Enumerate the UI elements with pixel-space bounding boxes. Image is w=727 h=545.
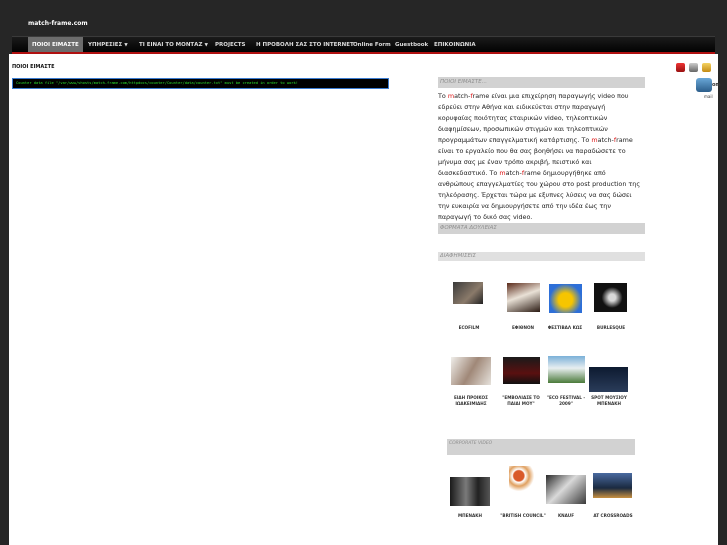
about-text-segment: atch- — [505, 169, 522, 177]
corp-thumbnail-british-council[interactable] — [509, 466, 537, 494]
about-section-title: ΠΟΙΟΙ ΕΙΜΑΣΤΕ... — [438, 77, 645, 88]
about-text: Το match-frame είναι μια επιχείρηση παρα… — [438, 91, 641, 223]
site-title[interactable]: match-frame.com — [28, 20, 88, 27]
about-text-segment: Το — [438, 92, 448, 100]
about-paragraph: Το match-frame είναι μια επιχείρηση παρα… — [438, 91, 641, 223]
menu-item-ypiresies[interactable]: ΥΠΗΡΕΣΙΕΣ ▼ — [88, 37, 128, 53]
menu-item-guestbook[interactable]: Guestbook — [395, 37, 428, 53]
main-menu: ΠΟΙΟΙ ΕΙΜΑΣΤΕ ΥΠΗΡΕΣΙΕΣ ▼ ΤΙ ΕΙΝΑΙ ΤΟ ΜΟΝ… — [12, 36, 715, 53]
mail-icon[interactable] — [696, 78, 712, 92]
ad-caption[interactable]: BURLESQUE — [592, 325, 630, 331]
menu-item-projects[interactable]: PROJECTS — [215, 37, 246, 53]
ads-section-title: ΔΙΑΦΗΜΙΣΕΙΣ — [438, 252, 645, 261]
pdf-icon[interactable] — [676, 63, 685, 72]
mail-label: mail — [704, 94, 713, 99]
ad-caption[interactable]: ECOFILM — [451, 325, 487, 331]
counter-error-message: Counter data file "/var/www/vhosts/match… — [12, 78, 389, 89]
corp-caption[interactable]: "BRITISH COUNCIL" — [496, 513, 550, 519]
corp-caption[interactable]: ΜΠΕΝΑΚΗ — [447, 513, 493, 519]
menu-item-online-form[interactable]: Online Form — [353, 37, 391, 53]
ad-thumbnail-eidi-proikos[interactable] — [451, 357, 491, 385]
mail-text-fragment: om — [712, 82, 721, 88]
ad-thumbnail-festival-kos[interactable] — [549, 284, 582, 313]
ad-thumbnail-spot-mpenaki[interactable] — [589, 367, 628, 392]
ad-caption[interactable]: "ΕΜΒΟΛΙΑΣΕ ΤΟ ΠΑΙΔΙ ΜΟΥ" — [499, 395, 543, 407]
formats-section-title[interactable]: ΦΟΡΜΑΤΑ ΔΟΥΛΕΙΑΣ — [438, 223, 645, 234]
email-icon[interactable] — [702, 63, 711, 72]
chevron-down-icon: ▼ — [204, 43, 208, 48]
menu-item-epikoinonia[interactable]: ΕΠΙΚΟΙΝΩΝΙΑ — [434, 37, 476, 53]
chevron-down-icon: ▼ — [124, 43, 128, 48]
ad-thumbnail-efithnon[interactable] — [507, 283, 540, 312]
corp-caption[interactable]: KNAUF — [546, 513, 586, 519]
corp-caption[interactable]: AT CROSSROADS — [589, 513, 637, 519]
ad-caption[interactable]: "ECO FESTIVAL - 2009" — [544, 395, 588, 407]
ad-thumbnail-emvoliase[interactable] — [503, 357, 540, 384]
ad-caption[interactable]: ΕΙΔΗ ΠΡΟΙΚΟΣ ΙΩΑΚΕΙΜΙΔΗΣ — [447, 395, 495, 407]
ad-thumbnail-burlesque[interactable] — [594, 283, 627, 312]
about-text-segment: atch- — [454, 92, 471, 100]
ad-caption[interactable]: ΕΦΙΘΝΟΝ — [503, 325, 543, 331]
ad-caption[interactable]: SPOT ΜΟΥΣΙΟΥ ΜΠΕΝΑΚΗ — [586, 395, 632, 407]
menu-item-provoli-internet[interactable]: Η ΠΡΟΒΟΛΗ ΣΑΣ ΣΤΟ INTERNET — [256, 37, 354, 53]
page-title: ΠΟΙΟΙ ΕΙΜΑΣΤΕ — [12, 64, 55, 70]
menu-item-ti-einai-to-montaz[interactable]: ΤΙ ΕΙΝΑΙ ΤΟ ΜΟΝΤΑΖ ▼ — [139, 37, 208, 53]
print-icon[interactable] — [689, 63, 698, 72]
corp-thumbnail-mpenaki[interactable] — [450, 477, 490, 506]
ad-thumbnail-eco-festival[interactable] — [548, 356, 585, 383]
corporate-video-title: CORPORATE VIDEO — [447, 439, 635, 455]
about-text-segment: atch- — [597, 136, 614, 144]
menu-item-poioi-eimaste[interactable]: ΠΟΙΟΙ ΕΙΜΑΣΤΕ — [28, 37, 83, 53]
corp-thumbnail-at-crossroads[interactable] — [593, 473, 632, 498]
content-area: ΠΟΙΟΙ ΕΙΜΑΣΤΕ Counter data file "/var/ww… — [9, 54, 721, 545]
corp-thumbnail-knauf[interactable] — [546, 475, 586, 504]
ad-caption[interactable]: ΦΕΣΤΙΒΑΛ ΚΩΣ — [544, 325, 586, 331]
ad-thumbnail-ecofilm[interactable] — [453, 282, 483, 304]
